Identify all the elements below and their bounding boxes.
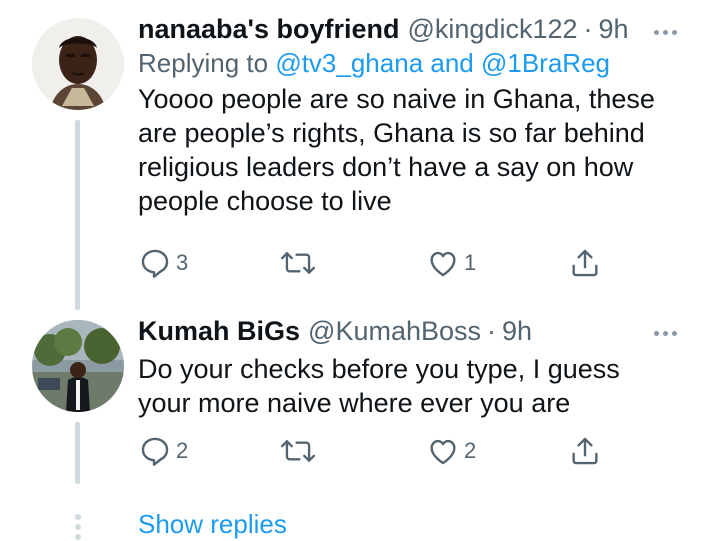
like-button[interactable]: 1 (426, 246, 476, 280)
timestamp[interactable]: 9h (599, 12, 629, 46)
like-count: 2 (464, 438, 477, 463)
share-button[interactable] (568, 246, 602, 280)
like-count: 1 (464, 250, 477, 275)
retweet-button[interactable] (280, 434, 316, 468)
retweet-button[interactable] (280, 246, 316, 280)
like-icon (430, 439, 456, 465)
tweet[interactable]: nanaaba's boyfriend @kingdick122 · 9h Re… (138, 12, 698, 218)
replying-to: Replying to @tv3_ghana and @1BraReg (138, 46, 698, 80)
tweet-text-line: Yoooo people are so naive in Ghana, thes… (138, 84, 655, 114)
conversation-thread: nanaaba's boyfriend @kingdick122 · 9h Re… (0, 0, 720, 541)
like-icon (430, 251, 456, 277)
more-replies-dots (73, 514, 82, 541)
avatar-photo (32, 18, 124, 110)
username[interactable]: @KumahBoss (308, 314, 481, 348)
tweet-text-line: your more naive where ever you are (138, 388, 571, 418)
more-icon[interactable] (654, 331, 677, 336)
separator: · (583, 14, 593, 44)
tweet-text: Yoooo people are so naive in Ghana, thes… (138, 82, 698, 218)
username[interactable]: @kingdick122 (407, 12, 577, 46)
tweet-actions: 3 1 (138, 246, 618, 282)
display-name[interactable]: Kumah BiGs (138, 314, 300, 348)
tweet-text-line: are people’s rights, Ghana is so far beh… (138, 118, 645, 148)
thread-line (75, 422, 80, 484)
like-button[interactable]: 2 (426, 434, 476, 468)
reply-button[interactable]: 2 (138, 434, 188, 468)
avatar[interactable] (32, 18, 124, 110)
separator: · (487, 316, 497, 346)
tweet-header: Kumah BiGs @KumahBoss · 9h (138, 314, 698, 348)
display-name[interactable]: nanaaba's boyfriend (138, 12, 399, 46)
tweet-text-line: people choose to live (138, 186, 392, 216)
tweet-text-line: religious leaders don’t have a say on ho… (138, 152, 634, 182)
avatar-photo (32, 320, 124, 412)
reply-count: 3 (176, 250, 189, 275)
thread-line (75, 120, 80, 310)
more-icon[interactable] (654, 30, 677, 35)
tweet-actions: 2 2 (138, 434, 618, 470)
show-replies-link[interactable]: Show replies (138, 507, 287, 541)
reply-button[interactable]: 3 (138, 246, 188, 280)
share-button[interactable] (568, 434, 602, 468)
share-icon (572, 437, 598, 465)
replying-to-link[interactable]: @tv3_ghana and @1BraReg (275, 48, 610, 78)
retweet-icon (280, 440, 316, 462)
replying-to-label: Replying to (138, 48, 269, 78)
reply-count: 2 (176, 438, 189, 463)
reply-icon (141, 437, 169, 466)
tweet-header: nanaaba's boyfriend @kingdick122 · 9h (138, 12, 698, 46)
timestamp[interactable]: 9h (502, 314, 532, 348)
tweet-text: Do your checks before you type, I guess … (138, 352, 698, 420)
share-icon (572, 249, 598, 277)
reply-icon (141, 249, 169, 278)
tweet-text-line: Do your checks before you type, I guess (138, 354, 620, 384)
retweet-icon (280, 252, 316, 274)
tweet[interactable]: Kumah BiGs @KumahBoss · 9h Do your check… (138, 314, 698, 420)
avatar[interactable] (32, 320, 124, 412)
